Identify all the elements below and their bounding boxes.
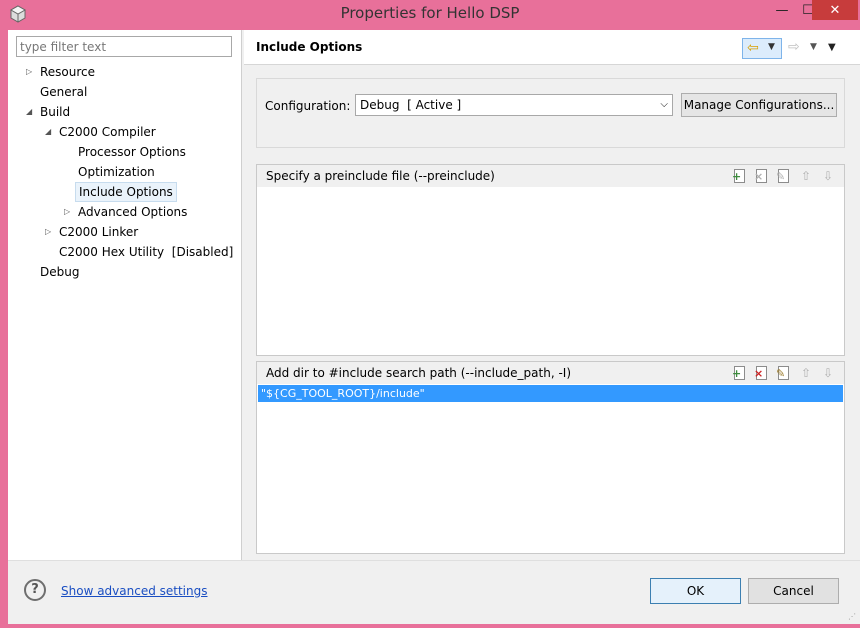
minimize-button[interactable]: — <box>769 0 795 20</box>
property-page: Include Options ⇦ ▼ ⇨ ▼ ▼ Configuration:… <box>244 30 860 560</box>
resize-grip-icon[interactable]: ⋰ <box>848 612 858 622</box>
delete-icon[interactable]: × <box>754 168 770 184</box>
tree-item-label: Build <box>40 105 71 119</box>
move-up-icon[interactable]: ⇧ <box>798 168 814 184</box>
properties-window: Properties for Hello DSP — ☐ ✕ ▷ Resourc… <box>0 0 860 628</box>
edit-icon[interactable]: ✎ <box>776 365 792 381</box>
configuration-label: Configuration: <box>265 99 351 113</box>
tree-item-label: Optimization <box>78 165 155 179</box>
ok-button[interactable]: OK <box>650 578 741 604</box>
configuration-value: Debug [ Active ] <box>360 98 462 112</box>
back-history-dropdown-icon[interactable]: ▼ <box>768 42 775 52</box>
add-icon[interactable]: + <box>732 365 748 381</box>
manage-configurations-button[interactable]: Manage Configurations... <box>681 93 837 117</box>
back-arrow-icon: ⇦ <box>747 40 759 56</box>
list-item[interactable]: "${CG_TOOL_ROOT}/include" <box>258 385 843 402</box>
tree-item-label: Resource <box>40 65 96 79</box>
include-path-toolbar: + × ✎ ⇧ ⇩ <box>732 365 836 381</box>
show-advanced-settings-link[interactable]: Show advanced settings <box>61 584 208 598</box>
preinclude-toolbar: + × ✎ ⇧ ⇩ <box>732 168 836 184</box>
page-title: Include Options <box>256 40 363 54</box>
include-path-list-header: Add dir to #include search path (--inclu… <box>257 362 844 384</box>
title-bar[interactable]: Properties for Hello DSP — ☐ ✕ <box>0 0 860 28</box>
expand-icon[interactable]: ▷ <box>45 222 55 242</box>
tree-item-label: Advanced Options <box>78 205 188 219</box>
help-icon[interactable]: ? <box>24 579 46 601</box>
dialog-client-area: ▷ Resource General ◢ Build ◢ C2000 Compi… <box>8 30 860 624</box>
delete-icon[interactable]: × <box>754 365 770 381</box>
include-path-list-panel: Add dir to #include search path (--inclu… <box>256 361 845 554</box>
tree-item-label: C2000 Hex Utility [Disabled] <box>59 245 234 259</box>
forward-history-dropdown-icon[interactable]: ▼ <box>810 42 817 52</box>
include-path-list-title: Add dir to #include search path (--inclu… <box>266 366 572 380</box>
view-menu-icon[interactable]: ▼ <box>828 42 836 53</box>
tree-item-label-selected: Include Options <box>75 182 177 202</box>
preinclude-list-title: Specify a preinclude file (--preinclude) <box>266 169 495 183</box>
dialog-footer: ? Show advanced settings OK Cancel ⋰ <box>8 560 860 624</box>
back-button[interactable]: ⇦ ▼ <box>742 38 782 59</box>
preinclude-list-header: Specify a preinclude file (--preinclude)… <box>257 165 844 187</box>
collapse-icon[interactable]: ◢ <box>45 122 55 142</box>
tree-item-label: Processor Options <box>78 145 186 159</box>
expand-icon[interactable]: ▷ <box>26 62 36 82</box>
page-header: Include Options ⇦ ▼ ⇨ ▼ ▼ <box>244 30 860 65</box>
collapse-icon[interactable]: ◢ <box>26 102 36 122</box>
move-down-icon[interactable]: ⇩ <box>820 168 836 184</box>
configuration-select[interactable]: Debug [ Active ] ⌵ <box>355 94 673 116</box>
tree-item-label: C2000 Linker <box>59 225 139 239</box>
move-down-icon[interactable]: ⇩ <box>820 365 836 381</box>
add-icon[interactable]: + <box>732 168 748 184</box>
tree-item-label: Debug <box>40 265 80 279</box>
forward-arrow-icon[interactable]: ⇨ <box>788 39 800 55</box>
close-button[interactable]: ✕ <box>812 0 858 20</box>
configuration-group: Configuration: Debug [ Active ] ⌵ Manage… <box>256 78 845 148</box>
window-title: Properties for Hello DSP <box>340 4 520 22</box>
tree-item-label: General <box>40 85 88 99</box>
chevron-down-icon: ⌵ <box>660 99 668 110</box>
cancel-button[interactable]: Cancel <box>748 578 839 604</box>
expand-icon[interactable]: ▷ <box>64 202 74 222</box>
tree-item-label: C2000 Compiler <box>59 125 156 139</box>
edit-icon[interactable]: ✎ <box>776 168 792 184</box>
preinclude-list-panel: Specify a preinclude file (--preinclude)… <box>256 164 845 356</box>
move-up-icon[interactable]: ⇧ <box>798 365 814 381</box>
filter-input[interactable] <box>16 36 232 57</box>
sidebar: ▷ Resource General ◢ Build ◢ C2000 Compi… <box>8 30 242 560</box>
